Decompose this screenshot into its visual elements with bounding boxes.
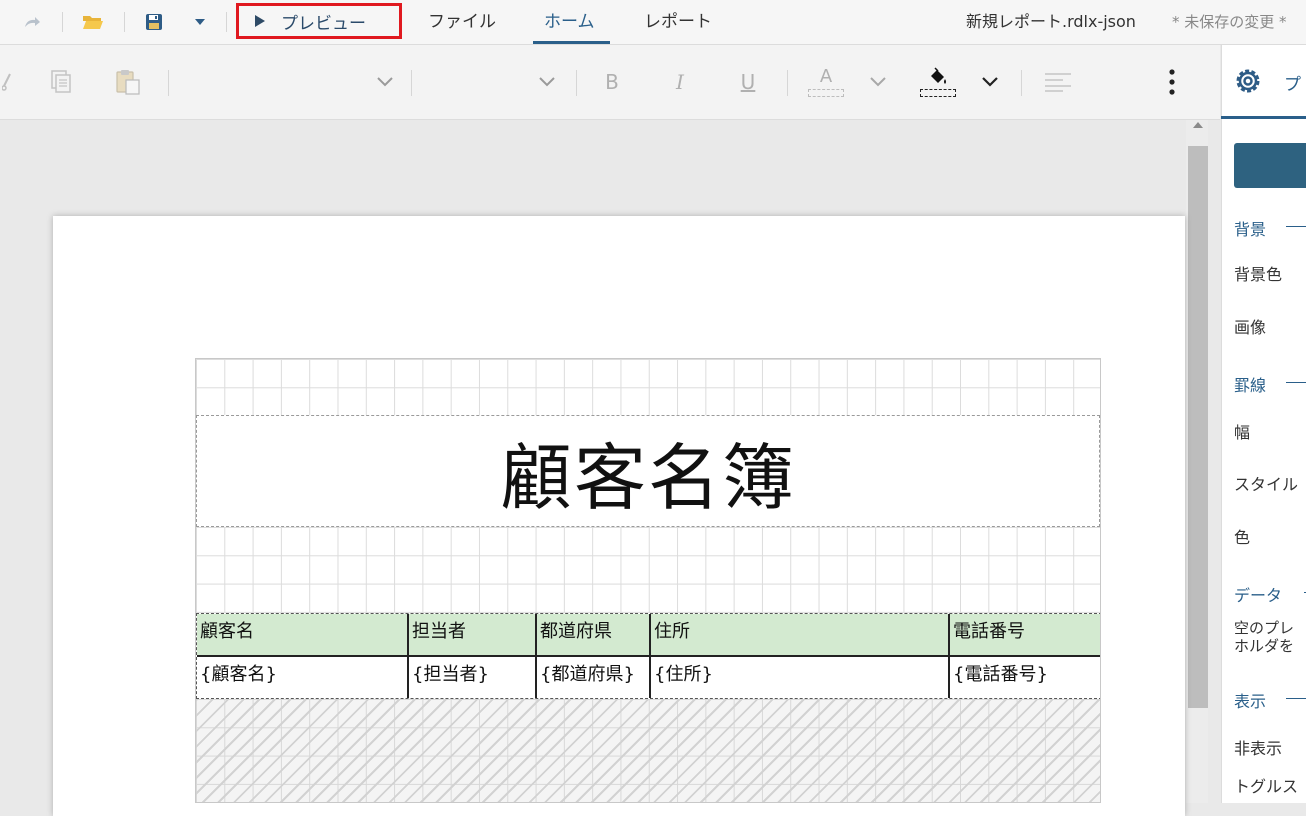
font-color-icon: A — [819, 65, 833, 87]
gear-icon[interactable] — [1232, 65, 1266, 99]
save-dropdown-chevron-icon[interactable] — [190, 10, 210, 34]
open-folder-icon[interactable] — [80, 10, 106, 34]
font-color-swatch — [808, 88, 844, 97]
copy-icon[interactable] — [46, 45, 76, 119]
cut-icon[interactable] — [0, 45, 14, 119]
scrollbar-thumb[interactable] — [1188, 146, 1208, 708]
fill-color-swatch — [920, 89, 956, 97]
paint-bucket-icon — [931, 67, 946, 84]
chevron-down-icon — [539, 77, 555, 87]
menu-home[interactable]: ホーム — [544, 0, 595, 44]
document-title: 新規レポート.rdlx-json — [966, 12, 1136, 31]
top-menu-bar: プレビュー ファイル ホーム レポート 新規レポート.rdlx-json * 未… — [0, 0, 1306, 45]
bold-icon: B — [605, 70, 619, 94]
report-title: 顧客名簿 — [499, 435, 796, 520]
table-header-cell[interactable]: 担当者 — [409, 614, 537, 657]
fill-color-button[interactable] — [918, 45, 958, 119]
label-style: スタイル — [1234, 475, 1299, 494]
chevron-down-icon — [377, 77, 393, 87]
design-grid — [196, 359, 1100, 415]
label-image: 画像 — [1234, 318, 1267, 337]
more-options-button[interactable] — [1162, 45, 1182, 119]
label-background-color: 背景色 — [1234, 265, 1283, 284]
chevron-down-icon — [870, 77, 886, 87]
label-color: 色 — [1234, 528, 1251, 547]
table-header-cell[interactable]: 電話番号 — [950, 614, 1100, 657]
text-align-button[interactable] — [1040, 45, 1076, 119]
section-divider — [1286, 382, 1306, 383]
customer-table[interactable]: 顧客名 担当者 都道府県 住所 電話番号 {顧客名} {担当者} {都道府県} … — [196, 613, 1100, 699]
table-detail-cell[interactable]: {都道府県} — [537, 657, 651, 698]
properties-tab-indicator — [1221, 116, 1306, 119]
section-background[interactable]: 背景 — [1234, 216, 1266, 240]
italic-button[interactable]: I — [666, 45, 694, 119]
preview-button-label: プレビュー — [281, 13, 366, 34]
page-margin-hatched-area — [196, 699, 1100, 802]
design-grid — [196, 527, 1100, 613]
label-toggle: トグルス — [1234, 777, 1299, 796]
paste-icon[interactable] — [112, 45, 144, 119]
separator — [124, 12, 125, 32]
label-hidden: 非表示 — [1234, 739, 1283, 758]
table-header-cell[interactable]: 都道府県 — [537, 614, 651, 657]
save-icon[interactable] — [142, 10, 166, 34]
scroll-up-arrow-icon[interactable] — [1188, 120, 1208, 142]
section-divider — [1286, 226, 1306, 227]
table-header-cell[interactable]: 住所 — [651, 614, 950, 657]
chevron-down-icon — [982, 77, 998, 87]
separator — [62, 12, 63, 32]
properties-tab-label[interactable]: プ — [1284, 70, 1301, 95]
font-color-dropdown[interactable] — [866, 45, 890, 119]
font-size-dropdown[interactable] — [420, 45, 555, 119]
section-divider — [1286, 698, 1306, 699]
separator — [226, 12, 227, 32]
unsaved-status: * 未保存の変更 * — [1172, 13, 1287, 31]
section-border[interactable]: 罫線 — [1234, 372, 1266, 396]
underline-button[interactable]: U — [734, 45, 762, 119]
separator — [1021, 70, 1022, 96]
section-display[interactable]: 表示 — [1234, 688, 1266, 712]
separator — [787, 70, 788, 96]
label-width: 幅 — [1234, 423, 1251, 442]
redo-icon[interactable] — [20, 10, 44, 34]
play-icon — [255, 15, 265, 27]
separator — [411, 70, 412, 96]
separator — [168, 70, 169, 96]
properties-panel: プ 背景 背景色 画像 罫線 幅 スタイル 色 データ 空のプレ ホルダを 表示… — [1221, 45, 1306, 803]
panel-action-button[interactable] — [1234, 143, 1306, 188]
table-header-cell[interactable]: 顧客名 — [197, 614, 409, 657]
align-left-icon — [1045, 73, 1071, 92]
table-detail-cell[interactable]: {顧客名} — [197, 657, 409, 698]
font-family-dropdown[interactable] — [188, 45, 393, 119]
underline-icon: U — [740, 70, 756, 94]
menu-file[interactable]: ファイル — [428, 0, 496, 44]
italic-icon: I — [676, 70, 684, 94]
table-detail-cell[interactable]: {電話番号} — [950, 657, 1100, 698]
active-tab-indicator — [533, 41, 610, 44]
more-vertical-icon — [1169, 69, 1175, 95]
separator — [576, 70, 577, 96]
menu-report[interactable]: レポート — [644, 0, 712, 44]
preview-button[interactable]: プレビュー — [236, 3, 402, 39]
data-description: 空のプレ ホルダを — [1234, 619, 1295, 655]
formatting-toolbar: B I U A — [0, 45, 1220, 120]
font-color-button[interactable]: A — [806, 45, 846, 119]
table-detail-cell[interactable]: {住所} — [651, 657, 950, 698]
section-data[interactable]: データ — [1234, 582, 1282, 606]
fill-color-dropdown[interactable] — [978, 45, 1002, 119]
bold-button[interactable]: B — [598, 45, 626, 119]
table-detail-cell[interactable]: {担当者} — [409, 657, 537, 698]
report-body[interactable]: 顧客名簿 顧客名 担当者 都道府県 住所 電話番号 {顧客名} {担当者} {都… — [195, 358, 1101, 803]
title-textbox[interactable]: 顧客名簿 — [196, 415, 1100, 527]
